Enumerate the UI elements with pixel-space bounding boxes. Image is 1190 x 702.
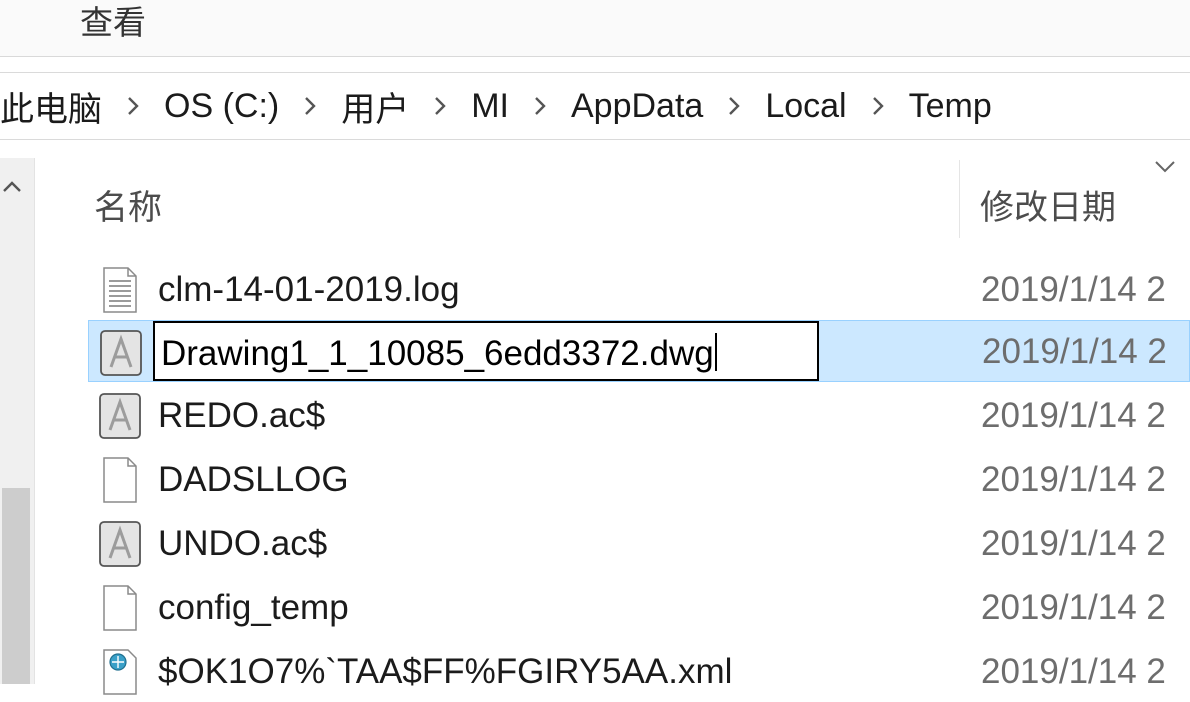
file-date: 2019/1/14 2 (981, 652, 1166, 691)
file-name: config_temp (158, 588, 349, 627)
navigation-pane-scrollbar[interactable] (0, 158, 35, 684)
file-date: 2019/1/14 2 (981, 588, 1166, 627)
file-row-selected[interactable]: Drawing1_1_10085_6edd3372.dwg 2019/1/14 … (88, 320, 1190, 382)
chevron-right-icon[interactable] (123, 95, 143, 117)
breadcrumb-temp[interactable]: Temp (909, 87, 992, 126)
breadcrumb-this-pc[interactable]: 此电脑 (0, 82, 102, 131)
breadcrumb-users[interactable]: 用户 (341, 82, 409, 131)
file-date: 2019/1/14 2 (981, 524, 1166, 563)
file-date: 2019/1/14 2 (981, 270, 1166, 309)
file-date: 2019/1/14 2 (981, 460, 1166, 499)
breadcrumb-appdata[interactable]: AppData (571, 87, 703, 126)
file-date: 2019/1/14 2 (982, 332, 1167, 371)
autocad-file-icon (99, 393, 141, 439)
autocad-file-icon (99, 521, 141, 567)
column-header-date-modified[interactable]: 修改日期 (980, 180, 1116, 229)
chevron-right-icon[interactable] (430, 95, 450, 117)
rename-input-value: Drawing1_1_10085_6edd3372.dwg (161, 334, 714, 373)
file-row[interactable]: DADSLLOG 2019/1/14 2 (88, 448, 1190, 510)
text-cursor (714, 333, 717, 371)
file-name: UNDO.ac$ (158, 524, 328, 563)
chevron-right-icon[interactable] (724, 95, 744, 117)
chevron-right-icon[interactable] (300, 95, 320, 117)
breadcrumb-user[interactable]: MI (471, 87, 509, 126)
chevron-right-icon[interactable] (868, 95, 888, 117)
blank-file-icon (103, 457, 137, 503)
column-divider[interactable] (959, 160, 960, 238)
breadcrumb-local[interactable]: Local (765, 87, 846, 126)
ribbon-tab-view[interactable]: 查看 (80, 0, 146, 44)
file-row[interactable]: REDO.ac$ 2019/1/14 2 (88, 384, 1190, 446)
file-name: $OK1O7%`TAA$FF%FGIRY5AA.xml (158, 652, 733, 691)
file-row[interactable]: config_temp 2019/1/14 2 (88, 576, 1190, 638)
column-header-name[interactable]: 名称 (94, 180, 162, 229)
rename-input-text: Drawing1_1_10085_6edd3372.dwg (161, 333, 717, 374)
file-name: DADSLLOG (158, 460, 349, 499)
xml-file-icon (103, 649, 137, 695)
scrollbar-thumb[interactable] (2, 488, 30, 684)
sort-chevron-down-icon (1155, 161, 1175, 173)
autocad-file-icon (100, 330, 142, 376)
file-row[interactable]: $OK1O7%`TAA$FF%FGIRY5AA.xml 2019/1/14 2 (88, 640, 1190, 702)
ribbon: 查看 (0, 0, 1190, 57)
file-date: 2019/1/14 2 (981, 396, 1166, 435)
address-bar[interactable]: 此电脑 OS (C:) 用户 MI AppData Local Temp (0, 72, 1190, 140)
file-row[interactable]: UNDO.ac$ 2019/1/14 2 (88, 512, 1190, 574)
rename-input[interactable]: Drawing1_1_10085_6edd3372.dwg (153, 321, 819, 381)
file-row[interactable]: clm-14-01-2019.log 2019/1/14 2 (88, 258, 1190, 320)
blank-file-icon (103, 585, 137, 631)
file-name: REDO.ac$ (158, 396, 326, 435)
breadcrumb: 此电脑 OS (C:) 用户 MI AppData Local Temp (0, 73, 992, 139)
chevron-up-icon[interactable] (2, 176, 22, 196)
text-document-icon (103, 267, 137, 313)
column-header: 名称 修改日期 (34, 158, 1190, 238)
file-name: clm-14-01-2019.log (158, 270, 460, 309)
breadcrumb-drive[interactable]: OS (C:) (164, 87, 279, 126)
chevron-right-icon[interactable] (530, 95, 550, 117)
